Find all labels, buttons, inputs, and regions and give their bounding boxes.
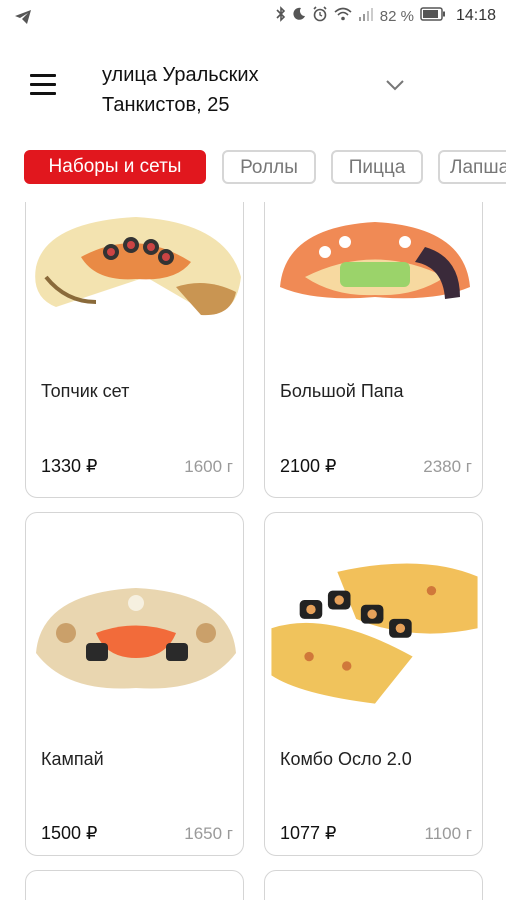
product-grid: Топчик сет 1330 ₽ 1600 г Большой Папа 21… xyxy=(0,202,506,900)
product-name: Большой Папа xyxy=(280,381,404,401)
tab-sets[interactable]: Наборы и сеты xyxy=(24,150,206,184)
tab-noodles[interactable]: Лапша xyxy=(438,150,506,184)
address-line-1: улица Уральских xyxy=(102,64,259,86)
wifi-icon xyxy=(334,7,352,25)
product-weight: 1650 г xyxy=(184,824,233,843)
alarm-icon xyxy=(312,6,328,26)
product-image xyxy=(36,588,236,689)
tab-pizza[interactable]: Пицца xyxy=(331,150,423,184)
product-image xyxy=(35,217,241,316)
product-weight: 1600 г xyxy=(184,457,233,476)
chevron-down-icon[interactable] xyxy=(384,78,408,98)
product-price: 2100 ₽ xyxy=(280,456,337,476)
product-image xyxy=(280,222,470,299)
bluetooth-icon xyxy=(276,6,286,26)
hamburger-menu-icon[interactable] xyxy=(30,74,64,104)
product-name: Кампай xyxy=(41,749,104,769)
battery-icon xyxy=(420,7,446,25)
product-card[interactable] xyxy=(25,870,244,900)
battery-percent: 82 % xyxy=(379,7,414,25)
product-name: Комбо Осло 2.0 xyxy=(280,749,412,769)
tab-rolls[interactable]: Роллы xyxy=(222,150,316,184)
product-card[interactable]: Топчик сет 1330 ₽ 1600 г xyxy=(25,202,244,498)
product-card[interactable]: Комбо Осло 2.0 1077 ₽ 1100 г xyxy=(264,512,483,856)
product-card[interactable]: Большой Папа 2100 ₽ 2380 г xyxy=(264,202,483,498)
product-price: 1077 ₽ xyxy=(280,823,337,843)
signal-icon xyxy=(358,7,374,25)
delivery-address[interactable]: улица Уральских Танкистов, 25 xyxy=(102,60,362,120)
product-price: 1500 ₽ xyxy=(41,823,98,843)
product-card[interactable] xyxy=(264,870,483,900)
telegram-icon xyxy=(14,9,32,30)
app-header: улица Уральских Танкистов, 25 xyxy=(0,50,506,130)
address-line-2: Танкистов, 25 xyxy=(102,94,230,116)
product-card[interactable]: Кампай 1500 ₽ 1650 г xyxy=(25,512,244,856)
product-image xyxy=(271,563,478,704)
category-tabs: Наборы и сеты Роллы Пицца Лапша xyxy=(0,150,506,188)
status-bar: 82 % 14:18 xyxy=(0,0,506,36)
product-weight: 1100 г xyxy=(424,824,472,843)
product-weight: 2380 г xyxy=(423,457,472,476)
moon-icon xyxy=(292,7,306,25)
product-name: Топчик сет xyxy=(41,381,130,401)
product-price: 1330 ₽ xyxy=(41,456,98,476)
clock: 14:18 xyxy=(455,7,496,24)
